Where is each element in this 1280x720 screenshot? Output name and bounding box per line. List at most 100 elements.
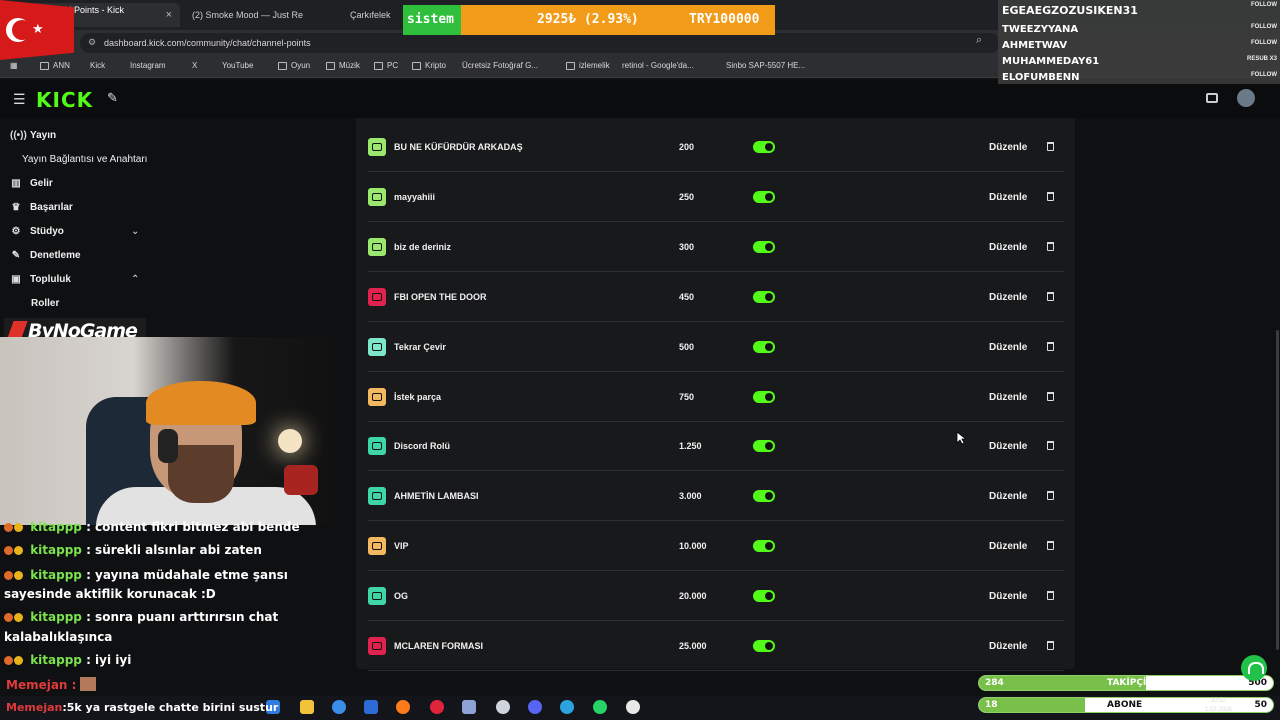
chevron-up-icon[interactable]: ⌃ (131, 274, 139, 285)
edit-button[interactable]: Düzenle (989, 591, 1027, 602)
chrome-icon[interactable] (332, 700, 346, 714)
sidebar-item-label: Gelir (30, 178, 53, 189)
telegram-icon[interactable] (560, 700, 574, 714)
bookmark-instagram[interactable]: Instagram (130, 61, 166, 70)
reward-icon (368, 487, 386, 506)
delete-icon[interactable] (1047, 441, 1054, 451)
sidebar-item-gelir[interactable]: ▥ Gelir (10, 178, 53, 189)
chat-message: kitappp : content fikri bitmez abi bende (4, 520, 300, 534)
app-icon[interactable] (462, 700, 476, 714)
support-chat-button[interactable] (1241, 655, 1267, 681)
url-input[interactable]: ⚙ dashboard.kick.com/community/chat/chan… (80, 33, 1000, 53)
delete-icon[interactable] (1047, 391, 1054, 401)
tab-title: Çarkıfelek (350, 10, 391, 20)
reward-icon (368, 287, 386, 306)
reward-enabled-toggle[interactable] (753, 340, 775, 353)
reward-name: mayyahiii (394, 191, 436, 202)
url-text: dashboard.kick.com/community/chat/channe… (104, 38, 311, 48)
system-clock[interactable]: 20:52 1.03.2026 (1205, 697, 1232, 715)
delete-icon[interactable] (1047, 641, 1054, 650)
bookmark-kripto[interactable]: Kripto (412, 61, 446, 70)
follower-name: ELOFUMBENN (1002, 72, 1080, 83)
chat-text: : sonra puanı arttırırsın chat (86, 610, 279, 624)
firefox-icon[interactable] (396, 700, 410, 714)
reward-enabled-toggle[interactable] (753, 490, 775, 503)
bookmark-x[interactable]: X (192, 61, 197, 70)
edit-button[interactable]: Düzenle (989, 541, 1027, 552)
sidebar-item-denetleme[interactable]: ✎ Denetleme (10, 250, 81, 261)
whatsapp-icon[interactable] (593, 700, 607, 714)
delete-icon[interactable] (1047, 142, 1054, 151)
discord-icon[interactable] (528, 700, 542, 714)
sidebar-item-yayin[interactable]: ((•)) Yayın (10, 130, 56, 141)
bookmark-label: Instagram (130, 61, 166, 70)
folder-icon (40, 61, 49, 70)
search-icon[interactable]: ⌕ (976, 34, 982, 47)
delete-icon[interactable] (1047, 241, 1054, 251)
sidebar-item-topluluk[interactable]: ▣ Topluluk (10, 274, 71, 285)
delete-icon[interactable] (1047, 291, 1054, 301)
tab-carkifelek[interactable]: Çarkıfelek (342, 3, 412, 27)
pin-icon[interactable]: ✎ (107, 90, 118, 106)
edit-button[interactable]: Düzenle (989, 242, 1027, 253)
delete-icon[interactable] (1047, 191, 1054, 201)
reward-cost: 750 (679, 391, 695, 402)
edit-button[interactable]: Düzenle (989, 392, 1027, 403)
reward-enabled-toggle[interactable] (753, 190, 775, 203)
tab-smoke-mood[interactable]: (2) Smoke Mood — Just Re (184, 3, 334, 27)
bookmark-izlemelik[interactable]: izlemelik (566, 61, 610, 70)
kick-logo[interactable]: KICK (36, 88, 93, 112)
edit-button[interactable]: Düzenle (989, 192, 1027, 203)
opera-icon[interactable] (430, 700, 444, 714)
edit-button[interactable]: Düzenle (989, 292, 1027, 303)
steam-icon[interactable] (496, 700, 510, 714)
reward-enabled-toggle[interactable] (753, 540, 775, 553)
delete-icon[interactable] (1047, 341, 1054, 351)
bookmark-label: retinol - Google'da... (622, 61, 694, 70)
sidebar-item-studyo[interactable]: ⚙ Stüdyo (10, 226, 64, 237)
bookmark-sinbo[interactable]: Sinbo SAP-5507 HE... (726, 61, 805, 70)
bookmark-retinol[interactable]: retinol - Google'da... (622, 61, 694, 70)
sidebar-item-basarilar[interactable]: ♛ Başarılar (10, 202, 73, 213)
scrollbar[interactable] (1276, 330, 1279, 650)
chat-username: kitappp (30, 520, 82, 534)
close-icon[interactable]: × (166, 9, 172, 21)
notifications-icon[interactable] (1206, 93, 1218, 103)
reward-enabled-toggle[interactable] (753, 440, 775, 453)
chevron-down-icon[interactable]: ⌄ (131, 226, 139, 237)
folder-icon[interactable] (300, 700, 314, 714)
bookmark-pc[interactable]: PC (374, 61, 398, 70)
delete-icon[interactable] (1047, 541, 1054, 551)
edit-button[interactable]: Düzenle (989, 491, 1027, 502)
delete-icon[interactable] (1047, 591, 1054, 601)
edit-button[interactable]: Düzenle (989, 342, 1027, 353)
sidebar-item-yayin-baglantisi[interactable]: Yayın Bağlantısı ve Anahtarı (22, 154, 147, 165)
edit-button[interactable]: Düzenle (989, 441, 1027, 452)
bookmark-label: YouTube (222, 61, 254, 70)
folder-icon (412, 61, 421, 70)
menu-icon[interactable]: ☰ (13, 91, 26, 108)
bookmark-ann[interactable]: ANN (40, 61, 70, 70)
bookmark-kick[interactable]: Kick (90, 61, 105, 70)
reward-enabled-toggle[interactable] (753, 240, 775, 253)
delete-icon[interactable] (1047, 491, 1054, 501)
bookmark-oyun[interactable]: Oyun (278, 61, 310, 70)
avatar[interactable] (1237, 89, 1255, 107)
apps-icon[interactable]: ▦ (10, 61, 18, 70)
reward-enabled-toggle[interactable] (753, 390, 775, 403)
reward-enabled-toggle[interactable] (753, 640, 775, 652)
bookmark-ucretsiz[interactable]: Ücretsiz Fotoğraf G... (462, 61, 538, 70)
site-info-icon[interactable]: ⚙ (88, 37, 96, 48)
bookmark-muzik[interactable]: Müzik (326, 61, 360, 70)
mail-icon[interactable] (364, 700, 378, 714)
chrome-icon[interactable] (626, 700, 640, 714)
edit-button[interactable]: Düzenle (989, 641, 1027, 652)
reward-enabled-toggle[interactable] (753, 290, 775, 303)
ticker-label: sistem (407, 12, 454, 27)
badge-icon (4, 543, 26, 557)
reward-enabled-toggle[interactable] (753, 141, 775, 153)
bookmark-youtube[interactable]: YouTube (222, 61, 253, 70)
sidebar-item-roller[interactable]: Roller (31, 298, 59, 309)
edit-button[interactable]: Düzenle (989, 142, 1027, 153)
reward-enabled-toggle[interactable] (753, 590, 775, 603)
